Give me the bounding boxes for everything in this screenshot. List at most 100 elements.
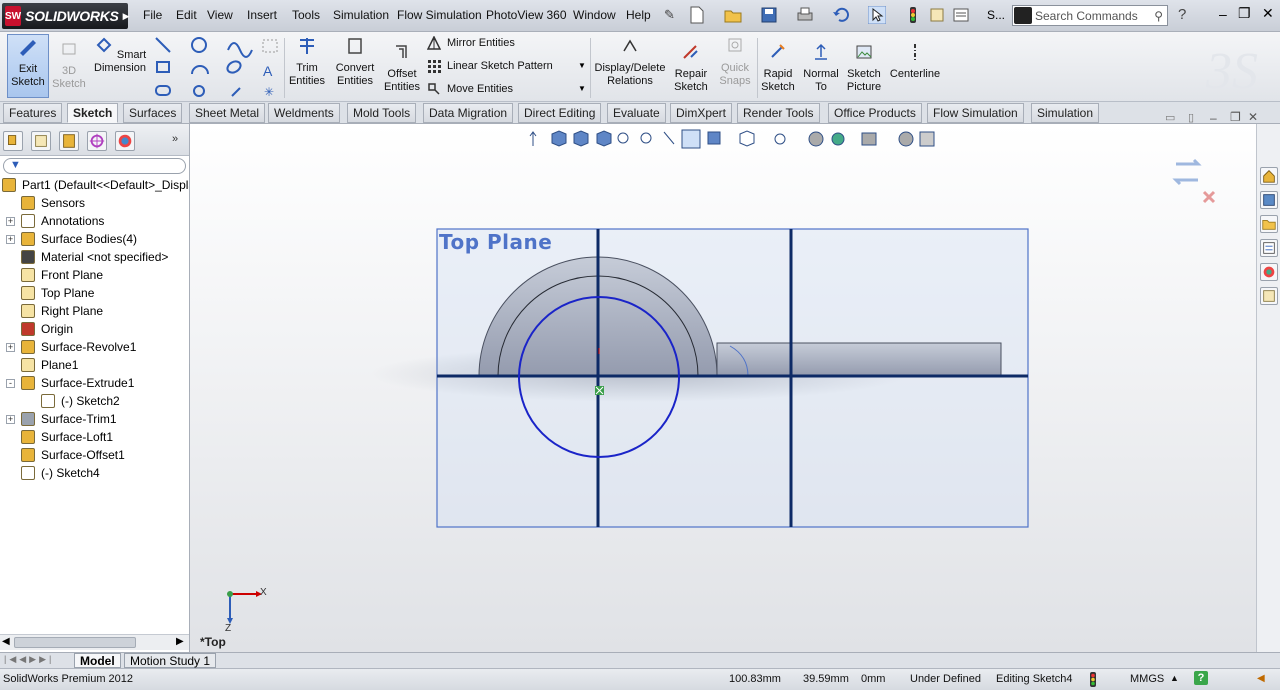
convert-entities-button[interactable]: Convert Entities — [333, 37, 377, 88]
appearances-icon[interactable] — [1260, 263, 1278, 281]
smart-dimension-button[interactable]: Smart Dimension — [92, 37, 148, 75]
custom-properties-icon[interactable] — [1260, 287, 1278, 305]
tab-scroll-arrows-icon[interactable]: |◀◀▶▶| — [4, 654, 54, 665]
repair-sketch-button[interactable]: Repair Sketch — [672, 43, 710, 94]
view-palette-icon[interactable] — [1260, 239, 1278, 257]
tree-item[interactable]: Surface-Offset1 — [0, 446, 189, 464]
save-icon[interactable] — [760, 6, 778, 24]
tab-simulation[interactable]: Simulation — [1031, 103, 1100, 123]
select-cursor-icon[interactable] — [868, 6, 886, 24]
unit-dropdown-icon[interactable]: ▲ — [1170, 673, 1179, 683]
tab-data-migration[interactable]: Data Migration — [423, 103, 514, 123]
rapid-sketch-button[interactable]: Rapid Sketch — [760, 43, 796, 94]
collapse-icon[interactable]: - — [6, 378, 15, 388]
rebuild-icon[interactable] — [904, 6, 922, 24]
undo-icon[interactable] — [832, 6, 850, 24]
status-arrow-icon[interactable]: ◀ — [1257, 673, 1265, 684]
doc-tile-icon[interactable]: ▭ — [1165, 111, 1175, 124]
expand-icon[interactable]: + — [6, 342, 15, 352]
menu-help[interactable]: Help — [626, 8, 651, 22]
design-library-icon[interactable] — [1260, 191, 1278, 209]
configuration-manager-tab-icon[interactable] — [59, 131, 79, 151]
sketch-viewport[interactable] — [190, 124, 1256, 652]
search-icon[interactable]: ⚲ — [1154, 9, 1163, 23]
menu-flow-simulation[interactable]: Flow Simulation — [397, 8, 482, 22]
tree-item[interactable]: - Surface-Extrude1 — [0, 374, 189, 392]
minimize-icon[interactable]: – — [1219, 6, 1227, 22]
tab-mold-tools[interactable]: Mold Tools — [347, 103, 417, 123]
tab-dimxpert[interactable]: DimXpert — [670, 103, 733, 123]
tab-direct-editing[interactable]: Direct Editing — [518, 103, 602, 123]
solidworks-resources-icon[interactable] — [1260, 167, 1278, 185]
unit-system[interactable]: MMGS — [1130, 673, 1164, 685]
search-scope-label[interactable]: S... — [987, 8, 1005, 22]
tab-features[interactable]: Features — [3, 103, 63, 123]
search-input[interactable]: Search Commands — [1035, 9, 1138, 23]
expand-icon[interactable]: + — [6, 414, 15, 424]
menu-view[interactable]: View — [207, 8, 233, 22]
tab-sketch[interactable]: Sketch — [67, 103, 119, 123]
tree-item[interactable]: + Surface Bodies(4) — [0, 230, 189, 248]
graphics-area[interactable]: Top Plane X Z *Top ▭ ▯ – ❐ ✕ — [190, 110, 1258, 652]
tree-item[interactable]: Part1 (Default<<Default>_Displa — [0, 176, 189, 194]
tab-weldments[interactable]: Weldments — [268, 103, 340, 123]
expand-icon[interactable]: + — [6, 234, 15, 244]
tree-item[interactable]: Right Plane — [0, 302, 189, 320]
sketch-entities-palette[interactable]: A ✳ — [154, 36, 282, 98]
search-commands-box[interactable]: Search Commands ⚲ — [1012, 5, 1168, 26]
tab-evaluate[interactable]: Evaluate — [607, 103, 666, 123]
close-icon[interactable]: ✕ — [1262, 5, 1274, 22]
confirmation-corner[interactable] — [1170, 156, 1216, 214]
tab-sheet-metal[interactable]: Sheet Metal — [189, 103, 266, 123]
tree-item[interactable]: (-) Sketch2 — [0, 392, 189, 410]
move-entities-button[interactable]: Move Entities — [427, 82, 513, 96]
print-icon[interactable] — [796, 6, 814, 24]
open-folder-icon[interactable] — [724, 6, 742, 24]
tree-item[interactable]: (-) Sketch4 — [0, 464, 189, 482]
menu-insert[interactable]: Insert — [247, 8, 277, 22]
tab-flow-simulation[interactable]: Flow Simulation — [927, 103, 1024, 123]
offset-entities-button[interactable]: Offset Entities — [382, 43, 422, 94]
display-delete-relations-button[interactable]: Display/Delete Relations — [594, 37, 666, 88]
cancel-sketch-icon[interactable] — [1202, 190, 1216, 204]
tab-render-tools[interactable]: Render Tools — [737, 103, 820, 123]
extrude-tube[interactable] — [716, 342, 1002, 377]
feature-tree-tab-icon[interactable] — [3, 131, 23, 151]
centerline-button[interactable]: Centerline — [888, 43, 942, 81]
tree-item[interactable]: Sensors — [0, 194, 189, 212]
tree-item[interactable]: + Annotations — [0, 212, 189, 230]
tree-item[interactable]: Plane1 — [0, 356, 189, 374]
linear-sketch-pattern-button[interactable]: Linear Sketch Pattern — [427, 59, 553, 73]
sketch-picture-button[interactable]: Sketch Picture — [843, 43, 885, 94]
exit-sketch-button[interactable]: Exit Sketch — [7, 34, 49, 98]
tree-horizontal-scrollbar[interactable]: ◀ ▶ — [0, 634, 189, 650]
tab-model[interactable]: Model — [74, 653, 121, 668]
dropdown-arrow-icon[interactable]: ▼ — [578, 61, 586, 70]
options-icon[interactable] — [952, 6, 970, 24]
rebuild-status-icon[interactable] — [1088, 672, 1098, 687]
menu-tools[interactable]: Tools — [292, 8, 320, 22]
tree-filter-input[interactable]: ▼ — [3, 158, 186, 174]
scroll-thumb[interactable] — [14, 637, 136, 648]
rebuild-sketch-icon[interactable] — [1172, 158, 1202, 186]
pin-icon[interactable]: ✎ — [664, 7, 675, 23]
tree-item[interactable]: Material <not specified> — [0, 248, 189, 266]
file-properties-icon[interactable] — [928, 6, 946, 24]
file-explorer-icon[interactable] — [1260, 215, 1278, 233]
menu-edit[interactable]: Edit — [176, 8, 197, 22]
help-icon[interactable]: ? — [1178, 6, 1186, 23]
tab-surfaces[interactable]: Surfaces — [123, 103, 183, 123]
dimxpert-manager-tab-icon[interactable] — [87, 131, 107, 151]
tree-item[interactable]: Front Plane — [0, 266, 189, 284]
doc-restore-icon[interactable]: ❐ — [1230, 110, 1241, 124]
property-manager-tab-icon[interactable] — [31, 131, 51, 151]
menu-file[interactable]: File — [143, 8, 162, 22]
doc-minimize-icon[interactable]: – — [1210, 111, 1217, 125]
tree-item[interactable]: + Surface-Revolve1 — [0, 338, 189, 356]
3d-sketch-button[interactable]: 3D Sketch — [52, 40, 86, 91]
tree-item[interactable]: Surface-Loft1 — [0, 428, 189, 446]
dropdown-arrow-icon[interactable]: ▼ — [578, 84, 586, 93]
tree-item[interactable]: + Surface-Trim1 — [0, 410, 189, 428]
new-document-icon[interactable] — [688, 6, 706, 24]
mirror-entities-button[interactable]: Mirror Entities — [427, 36, 515, 50]
